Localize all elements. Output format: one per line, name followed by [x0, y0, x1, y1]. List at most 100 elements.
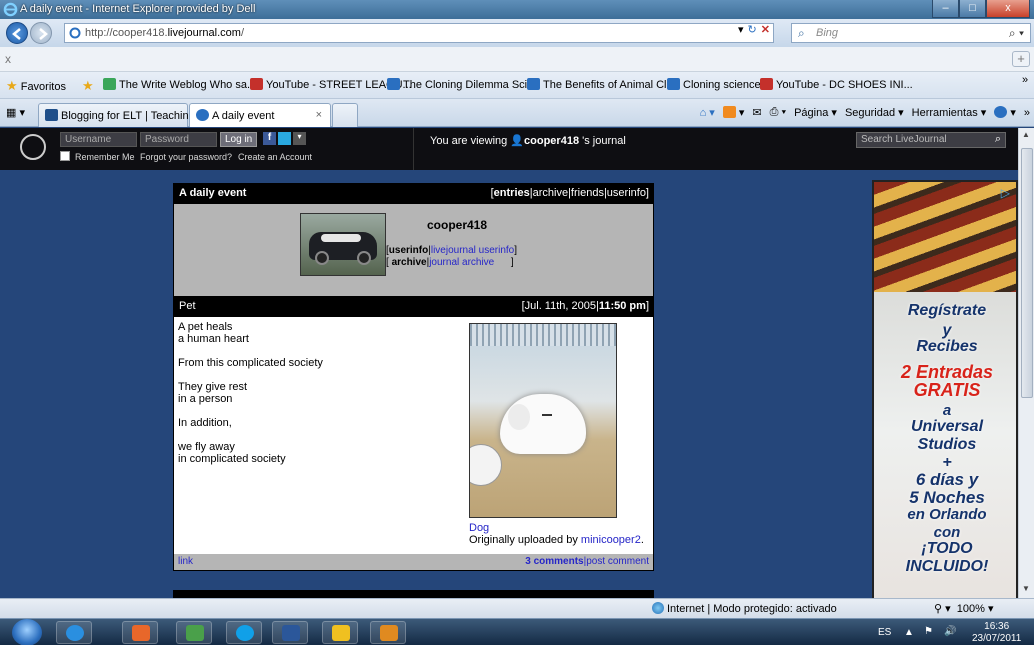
- comments-link[interactable]: 3 comments: [525, 556, 583, 567]
- address-row: http://cooper418.livejournal.com/ ▾ ↻ ✕ …: [0, 19, 1034, 47]
- userinfo-link[interactable]: livejournal userinfo: [431, 245, 514, 256]
- create-account-link[interactable]: Create an Account: [238, 152, 312, 162]
- flag-icon[interactable]: ⚑: [924, 626, 933, 637]
- dog-photo[interactable]: [469, 323, 617, 518]
- close-toolbar-icon[interactable]: x: [5, 52, 11, 66]
- more-login-icon[interactable]: ▾: [293, 132, 306, 145]
- ad-text: Universal: [910, 418, 984, 435]
- close-tab-icon[interactable]: ×: [316, 109, 322, 121]
- maximize-button[interactable]: □: [959, 0, 986, 18]
- new-tab-button[interactable]: [332, 103, 358, 127]
- clock[interactable]: 16:36 23/07/2011: [972, 621, 1021, 645]
- twitter-icon[interactable]: [278, 132, 291, 145]
- profile-box: A daily event [entries|archive|friends|u…: [173, 183, 654, 306]
- forgot-password-link[interactable]: Forgot your password?: [140, 152, 232, 162]
- tabs-more[interactable]: »: [1024, 107, 1030, 119]
- tools-menu[interactable]: Herramientas ▾: [912, 106, 987, 119]
- ad-text: Studios: [917, 436, 977, 453]
- favorite-item[interactable]: The Benefits of Animal Cl...: [527, 78, 676, 91]
- archive-link[interactable]: journal archive: [429, 257, 494, 268]
- taskbar-media-icon[interactable]: [122, 621, 158, 644]
- ad-text: 6 días y: [915, 470, 979, 489]
- viewing-user-link[interactable]: cooper418: [524, 135, 579, 147]
- search-box[interactable]: ⌕ Bing ⌕ ▾: [791, 23, 1031, 43]
- scroll-up-icon[interactable]: ▲: [1022, 130, 1030, 139]
- post-box: Pet [Jul. 11th, 2005|11:50 pm] A pet hea…: [173, 296, 654, 571]
- refresh-icon[interactable]: ↻: [748, 23, 757, 36]
- start-button[interactable]: [12, 619, 42, 645]
- taskbar-warning-icon[interactable]: [322, 621, 358, 644]
- taskbar-word-icon[interactable]: [272, 621, 308, 644]
- facebook-icon[interactable]: f: [263, 132, 276, 145]
- stop-icon[interactable]: ✕: [761, 23, 770, 36]
- language-indicator[interactable]: ES: [878, 627, 891, 638]
- tab-daily-event[interactable]: A daily event ×: [189, 103, 331, 127]
- userpic[interactable]: [300, 213, 386, 276]
- favorite-item[interactable]: Cloning science: [667, 78, 761, 91]
- livejournal-logo-icon[interactable]: [20, 134, 46, 160]
- remember-me-checkbox[interactable]: [60, 151, 70, 161]
- taskbar-app-icon[interactable]: [370, 621, 406, 644]
- favorite-item[interactable]: The Write Weblog Who sa...: [103, 78, 256, 91]
- search-icon[interactable]: ⌕: [995, 133, 1001, 146]
- favorites-button[interactable]: ★ Favoritos: [6, 78, 66, 94]
- feeds-icon[interactable]: ▾: [722, 106, 744, 119]
- ad-text: INCLUIDO!: [905, 558, 989, 575]
- puppy-image-icon: [500, 394, 586, 454]
- ad-choices-icon[interactable]: ▷: [1001, 186, 1010, 200]
- scroll-thumb[interactable]: [1021, 148, 1033, 398]
- post-date: [Jul. 11th, 2005|11:50 pm]: [521, 300, 649, 312]
- favorites-more[interactable]: »: [1022, 74, 1028, 86]
- volume-icon[interactable]: 🔊: [944, 626, 956, 637]
- post-link[interactable]: link: [178, 556, 193, 567]
- back-button[interactable]: [6, 22, 28, 44]
- favorite-item[interactable]: YouTube - DC SHOES INI...: [760, 78, 913, 91]
- taskbar-skype-icon[interactable]: [226, 621, 262, 644]
- help-menu[interactable]: ▾: [994, 106, 1016, 119]
- page-icon: [69, 27, 81, 39]
- dropdown-icon[interactable]: ▾: [738, 23, 744, 36]
- nav-entries-link[interactable]: entries: [494, 187, 530, 199]
- system-tray: ES ▲ ⚑ 🔊 16:36 23/07/2011: [860, 619, 1034, 645]
- print-icon[interactable]: ⎙ ▾: [770, 106, 786, 119]
- add-favorite-icon[interactable]: ★: [82, 78, 94, 94]
- security-zone[interactable]: Internet | Modo protegido: activado: [652, 602, 837, 615]
- search-icon[interactable]: ⌕ ▾: [1009, 26, 1024, 41]
- tab-blogging[interactable]: Blogging for ELT | Teachin...: [38, 103, 198, 127]
- vertical-scrollbar[interactable]: ▲ ▼: [1018, 128, 1034, 598]
- page-menu[interactable]: Página ▾: [794, 106, 837, 119]
- minimize-button[interactable]: –: [932, 0, 959, 18]
- profile-links: [userinfo|livejournal userinfo] [ archiv…: [386, 245, 518, 268]
- quick-tabs-icon[interactable]: ▦ ▾: [6, 106, 25, 119]
- scroll-down-icon[interactable]: ▼: [1022, 584, 1030, 593]
- photo-link[interactable]: Dog: [469, 522, 489, 534]
- close-window-button[interactable]: x: [986, 0, 1030, 18]
- ad-text: GRATIS: [913, 380, 981, 400]
- post-comment-link[interactable]: |post comment: [584, 556, 649, 567]
- lj-search-input[interactable]: Search LiveJournal ⌕: [856, 132, 1006, 148]
- show-hidden-icons-icon[interactable]: ▲: [904, 627, 914, 638]
- livejournal-header: Username Password Log in f ▾ Remember Me…: [0, 128, 1018, 170]
- ad-text: Recibes: [916, 338, 978, 355]
- address-bar[interactable]: http://cooper418.livejournal.com/: [64, 23, 774, 43]
- window-title: A daily event - Internet Explorer provid…: [20, 3, 256, 15]
- forward-button[interactable]: [30, 22, 52, 44]
- mail-icon[interactable]: ✉: [752, 106, 761, 119]
- favorite-item[interactable]: The Cloning Dilemma Sci...: [387, 78, 536, 91]
- taskbar-ie-icon[interactable]: [56, 621, 92, 644]
- star-icon: ★: [6, 78, 18, 93]
- login-button[interactable]: Log in: [220, 132, 258, 147]
- nav-links[interactable]: |archive|friends|userinfo]: [530, 187, 649, 199]
- zoom-level[interactable]: ⚲ ▾ 100% ▾: [934, 602, 993, 615]
- taskbar-network-icon[interactable]: [176, 621, 212, 644]
- username-field[interactable]: Username: [60, 132, 137, 147]
- add-toolbar-icon[interactable]: +: [1012, 51, 1030, 67]
- advertisement[interactable]: ▷ Regístrate y Recibes 2 Entradas GRATIS…: [872, 180, 1018, 598]
- home-icon[interactable]: ⌂ ▾: [700, 106, 715, 119]
- uploader-link[interactable]: minicooper2: [581, 534, 641, 546]
- password-field[interactable]: Password: [140, 132, 217, 147]
- ad-text: en Orlando: [907, 506, 987, 523]
- favorites-bar: ★ Favoritos ★ The Write Weblog Who sa...…: [0, 72, 1034, 99]
- ad-text: Regístrate: [907, 302, 987, 319]
- security-menu[interactable]: Seguridad ▾: [845, 106, 904, 119]
